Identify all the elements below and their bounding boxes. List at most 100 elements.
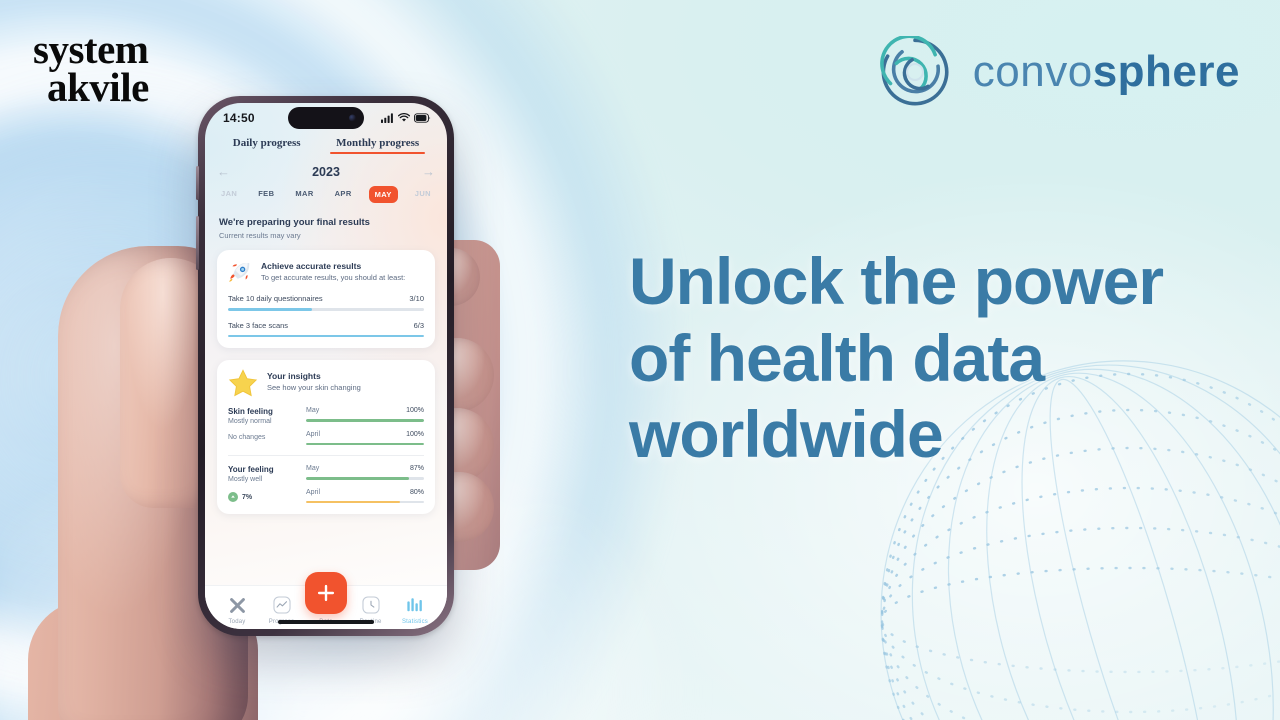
insights-card-subtitle: See how your skin changing [267,383,361,392]
task-value: 6/3 [413,320,424,330]
status-bar: 14:50 [205,103,447,133]
insight-summary: Mostly well [228,476,263,483]
insight-progress-bar [306,500,424,503]
insight-bar-percent: 80% [409,488,424,496]
tab-daily-progress[interactable]: Daily progress [233,137,301,154]
month-feb[interactable]: FEB [254,186,278,203]
insight-progress-bar [306,477,424,480]
task-value: 3/10 [409,294,424,303]
insight-bar-percent: 100% [406,407,424,414]
insight-delta-value: 7% [242,493,253,501]
headline-line-2: of health data [629,320,1045,395]
arrow-up-icon [228,492,238,502]
insights-card-header: Your insights See how your skin changing [228,369,424,398]
insight-title: Skin feeling [228,407,273,416]
rocket-icon [229,263,250,282]
star-icon [228,369,258,397]
insight-bar-group: April 80% [306,488,424,503]
nav-label: Statistics [401,619,428,625]
insights-card-title: Your insights [267,371,321,381]
accuracy-card-title: Achieve accurate results [261,261,362,271]
insight-bar-percent: 87% [409,465,424,472]
headline-line-3: worldwide [629,397,944,472]
accuracy-card-subtitle: To get accurate results, you should at l… [261,273,406,282]
task-progress-bar [228,334,424,337]
accuracy-card-header: Achieve accurate results To get accurate… [228,260,424,284]
wifi-icon [398,113,410,122]
insight-progress-bar [306,419,424,422]
nav-label: Today [228,619,246,625]
results-status-title: We're preparing your final results [219,217,370,228]
insight-summary: Mostly normal [228,418,272,425]
clock-icon [349,594,393,616]
wordmark-light: convo [972,47,1093,96]
insights-card-text: Your insights See how your skin changing [267,370,361,393]
task-label: Take 10 daily questionnaires [228,294,323,303]
month-may[interactable]: MAY [368,186,398,203]
bar-chart-icon [393,594,437,616]
month-selector: JAN FEB MAR APR MAY JUN [205,181,447,203]
task-progress-bar [228,308,424,311]
insight-row-bars: May 87% April 80% [306,465,424,503]
dynamic-island [288,107,364,129]
insight-delta: 7% [228,492,296,502]
insight-bar-month: May [306,465,320,472]
insight-progress-bar [306,442,424,445]
accuracy-card[interactable]: Achieve accurate results To get accurate… [217,250,435,348]
page-title: Unlock the power of health data worldwid… [629,243,1249,473]
home-indicator [278,620,374,624]
insight-title: Your feeling [228,465,274,474]
month-apr[interactable]: APR [331,186,356,203]
results-status-block: We're preparing your final results Curre… [205,203,447,240]
task-label: Take 3 face scans [228,320,289,330]
insight-bar-month: May [306,407,320,414]
month-jan[interactable]: JAN [217,186,241,203]
month-jun[interactable]: JUN [411,186,435,203]
add-data-button[interactable] [305,572,347,614]
nav-item-statistics[interactable]: Statistics [393,594,437,625]
results-status-subtitle: Current results may vary [219,231,301,240]
convosphere-logo: convosphere [879,36,1240,108]
bottom-navigation: Today Progress Data [205,572,447,629]
insight-row: Skin feeling Mostly normal No changes Ma… [228,407,424,445]
insight-row: Your feeling Mostly well 7% May 87% Apri… [228,465,424,503]
front-camera-icon [349,114,356,122]
cards-container: Achieve accurate results To get accurate… [205,240,447,585]
nav-item-today[interactable]: Today [215,594,259,625]
plus-icon [317,584,335,602]
cellular-bars-icon [381,113,393,123]
task-row: Take 3 face scans 6/3 [228,320,424,337]
divider [228,455,424,456]
phone-device: 14:50 Daily progress Monthly progress ← … [196,96,454,636]
insight-bar-month: April [306,430,321,438]
wordmark-bold: sphere [1092,47,1240,96]
convosphere-spiral-icon [879,36,949,106]
status-indicators [381,113,431,123]
convosphere-wordmark: convosphere [973,50,1240,94]
insight-bar-group: May 100% [306,407,424,422]
insights-card[interactable]: Your insights See how your skin changing… [217,360,435,514]
year-selector: ← 2023 → [205,154,447,181]
insight-bar-percent: 100% [406,430,424,438]
insight-row-bars: May 100% April 100% [306,407,424,445]
chart-wave-icon [260,594,304,616]
month-mar[interactable]: MAR [291,186,317,203]
arrow-left-icon[interactable]: ← [217,164,230,179]
insight-bar-month: April [306,488,321,496]
insight-bar-group: April 100% [306,430,424,445]
tab-monthly-progress[interactable]: Monthly progress [330,137,426,154]
battery-icon [414,113,431,123]
insight-bar-group: May 87% [306,465,424,480]
insight-note: No changes [228,434,266,441]
progress-tabs: Daily progress Monthly progress [205,133,447,154]
arrow-right-icon[interactable]: → [422,164,435,179]
status-time: 14:50 [223,111,255,125]
insight-row-summary: Your feeling Mostly well 7% [228,465,296,503]
headline-line-1: Unlock the power [629,244,1164,318]
phone-screen: 14:50 Daily progress Monthly progress ← … [205,103,447,629]
insight-row-summary: Skin feeling Mostly normal No changes [228,407,296,445]
close-x-icon [215,594,259,616]
hand-holding-phone: 14:50 Daily progress Monthly progress ← … [0,0,560,720]
accuracy-card-text: Achieve accurate results To get accurate… [261,260,405,283]
task-row: Take 10 daily questionnaires 3/10 [228,294,424,311]
